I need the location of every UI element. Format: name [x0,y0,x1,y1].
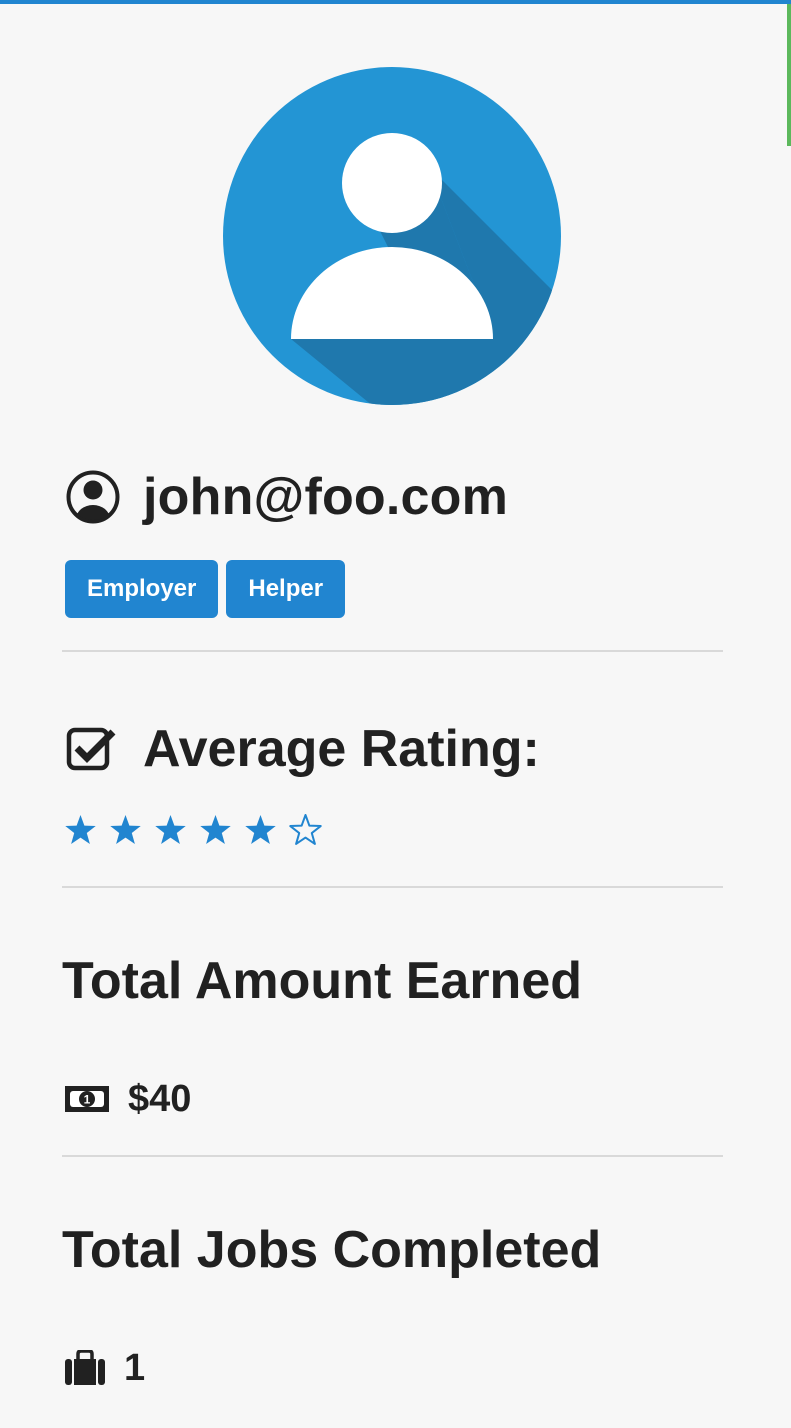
star-filled-icon [245,815,276,844]
jobs-header: Total Jobs Completed [62,1215,601,1285]
divider [62,886,723,888]
user-circle-icon [66,470,120,524]
top-accent-bar [0,0,791,4]
divider [62,1155,723,1157]
star-empty-icon [289,814,322,845]
user-identity: john@foo.com [62,462,508,532]
earnings-value: $40 [128,1077,192,1120]
earnings-header: Total Amount Earned [62,946,582,1016]
star-filled-icon [65,815,96,844]
rating-stars [64,814,322,847]
check-square-icon [66,727,116,771]
user-email: john@foo.com [143,468,509,526]
earnings-row: 1 $40 [64,1074,191,1124]
divider [62,650,723,652]
user-avatar-icon [223,67,561,405]
briefcase-icon [65,1350,105,1385]
rating-title: Average Rating: [143,720,540,778]
role-tags: Employer Helper [65,560,346,618]
money-bill-icon: 1 [65,1086,109,1112]
jobs-value: 1 [124,1346,146,1389]
jobs-row: 1 [64,1343,145,1393]
rating-header: Average Rating: [62,714,540,784]
role-tag-helper[interactable]: Helper [226,560,346,618]
star-filled-icon [200,815,231,844]
earnings-title: Total Amount Earned [62,952,582,1010]
jobs-title: Total Jobs Completed [62,1221,602,1279]
star-filled-icon [110,815,141,844]
svg-text:1: 1 [84,1093,91,1107]
star-filled-icon [155,815,186,844]
scroll-indicator [787,4,791,146]
role-tag-employer[interactable]: Employer [65,560,219,618]
